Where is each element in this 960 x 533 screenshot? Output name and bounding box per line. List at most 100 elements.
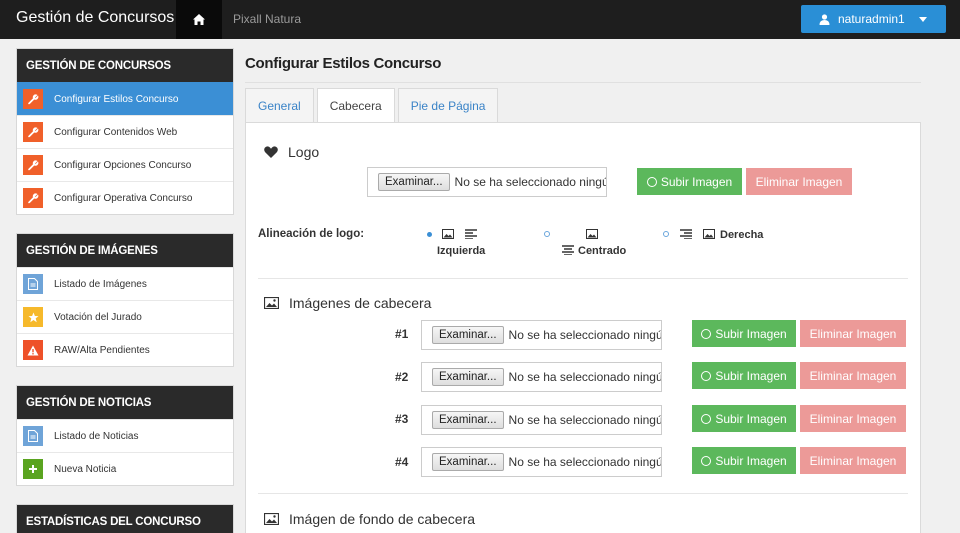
panel-title: GESTIÓN DE NOTICIAS: [17, 386, 233, 419]
align-left-icon: [465, 229, 477, 239]
no-file-text: No se ha seleccionado ningún archivo.: [454, 175, 606, 189]
user-menu-button[interactable]: naturadmin1: [801, 5, 946, 33]
picture-icon: [442, 229, 454, 239]
logo-upload-button[interactable]: Subir Imagen: [637, 168, 742, 195]
header-images-title-text: Imágenes de cabecera: [289, 295, 432, 311]
header-image-1-delete-button[interactable]: Eliminar Imagen: [800, 320, 906, 347]
divider: [258, 278, 908, 279]
sidebar-item-listado-imagenes[interactable]: Listado de Imágenes: [17, 267, 233, 300]
header-image-3-delete-button[interactable]: Eliminar Imagen: [800, 405, 906, 432]
panel-title: GESTIÓN DE IMÁGENES: [17, 234, 233, 267]
wrench-icon: [23, 122, 43, 142]
row-number: #3: [395, 412, 409, 426]
row-number: #4: [395, 455, 409, 469]
nav-link-pixall[interactable]: Pixall Natura: [233, 12, 301, 26]
sidebar-item-listado-noticias[interactable]: Listado de Noticias: [17, 419, 233, 452]
row-number: #1: [395, 327, 409, 341]
wrench-icon: [23, 89, 43, 109]
tab-cabecera[interactable]: Cabecera: [316, 88, 395, 123]
browse-button[interactable]: Examinar...: [432, 453, 504, 471]
browse-button[interactable]: Examinar...: [432, 411, 504, 429]
caret-down-icon: [918, 16, 927, 22]
no-file-text: No se ha seleccionado ningún archivo.: [508, 455, 662, 469]
logo-file-input[interactable]: Examinar... No se ha seleccionado ningún…: [367, 167, 607, 197]
sidebar-item-configurar-estilos[interactable]: Configurar Estilos Concurso: [17, 82, 233, 115]
header-image-1-file-input[interactable]: Examinar... No se ha seleccionado ningún…: [421, 320, 662, 350]
upload-circle-icon: [701, 455, 712, 466]
sidebar-item-configurar-contenidos[interactable]: Configurar Contenidos Web: [17, 115, 233, 148]
divider: [245, 82, 921, 83]
radio-left[interactable]: [427, 232, 432, 237]
sidebar-item-configurar-opciones[interactable]: Configurar Opciones Concurso: [17, 148, 233, 181]
radio-right[interactable]: [663, 231, 669, 237]
upload-label: Subir Imagen: [715, 411, 787, 426]
header-image-3-file-input[interactable]: Examinar... No se ha seleccionado ningún…: [421, 405, 662, 435]
divider: [258, 493, 908, 494]
sidebar-panel-estadisticas: ESTADÍSTICAS DEL CONCURSO: [16, 504, 234, 533]
sidebar-panel-noticias: GESTIÓN DE NOTICIAS Listado de Noticias …: [16, 385, 234, 486]
no-file-text: No se ha seleccionado ningún archivo.: [508, 413, 662, 427]
sidebar-item-label: Listado de Noticias: [54, 430, 139, 442]
header-image-4-upload-button[interactable]: Subir Imagen: [692, 447, 796, 474]
bg-image-title-text: Imágen de fondo de cabecera: [289, 511, 476, 527]
picture-icon: [703, 229, 715, 239]
tab-general[interactable]: General: [245, 88, 314, 123]
sidebar-item-label: Configurar Estilos Concurso: [54, 93, 179, 105]
home-icon: [193, 14, 205, 25]
logo-title-text: Logo: [288, 144, 320, 160]
sidebar: GESTIÓN DE CONCURSOS Configurar Estilos …: [16, 48, 234, 533]
browse-button[interactable]: Examinar...: [432, 326, 504, 344]
upload-circle-icon: [701, 370, 712, 381]
document-icon: [23, 274, 43, 294]
upload-circle-icon: [646, 176, 657, 187]
no-file-text: No se ha seleccionado ningún archivo.: [508, 328, 662, 342]
upload-label: Subir Imagen: [715, 326, 787, 341]
sidebar-item-label: Votación del Jurado: [54, 311, 142, 323]
plus-icon: [23, 459, 43, 479]
option-derecha: Derecha: [720, 229, 764, 241]
user-icon: [819, 13, 830, 25]
sidebar-item-nueva-noticia[interactable]: Nueva Noticia: [17, 452, 233, 485]
logo-section-title: Logo: [264, 144, 319, 160]
sidebar-item-votacion-jurado[interactable]: Votación del Jurado: [17, 300, 233, 333]
header-image-2-delete-button[interactable]: Eliminar Imagen: [800, 362, 906, 389]
option-centrado: Centrado: [578, 245, 627, 257]
browse-button[interactable]: Examinar...: [432, 368, 504, 386]
radio-center[interactable]: [544, 231, 550, 237]
upload-label: Subir Imagen: [715, 368, 787, 383]
header-image-1-upload-button[interactable]: Subir Imagen: [692, 320, 796, 347]
home-button[interactable]: [176, 0, 222, 39]
header-images-title: Imágenes de cabecera: [264, 295, 431, 311]
alignment-label: Alineación de logo:: [258, 228, 365, 240]
upload-circle-icon: [701, 328, 712, 339]
sidebar-item-label: Nueva Noticia: [54, 463, 117, 475]
sidebar-item-label: RAW/Alta Pendientes: [54, 344, 150, 356]
browse-button[interactable]: Examinar...: [378, 173, 450, 191]
wrench-icon: [23, 188, 43, 208]
upload-label: Subir Imagen: [660, 174, 733, 189]
sidebar-item-configurar-operativa[interactable]: Configurar Operativa Concurso: [17, 181, 233, 214]
warning-icon: [23, 340, 43, 360]
header-image-3-upload-button[interactable]: Subir Imagen: [692, 405, 796, 432]
panel-title: ESTADÍSTICAS DEL CONCURSO: [17, 505, 233, 533]
picture-icon: [264, 297, 279, 309]
header-image-2-file-input[interactable]: Examinar... No se ha seleccionado ningún…: [421, 362, 662, 392]
brand-title[interactable]: Gestión de Concursos: [16, 9, 174, 27]
wrench-icon: [23, 155, 43, 175]
logo-delete-button[interactable]: Eliminar Imagen: [746, 168, 852, 195]
username: naturadmin1: [838, 12, 905, 26]
header-image-4-file-input[interactable]: Examinar... No se ha seleccionado ningún…: [421, 447, 662, 477]
sidebar-item-label: Configurar Operativa Concurso: [54, 192, 193, 204]
option-izquierda: Izquierda: [437, 245, 486, 257]
tab-pie-de-pagina[interactable]: Pie de Página: [397, 88, 499, 123]
tab-bar: General Cabecera Pie de Página: [245, 88, 501, 123]
align-center-icon: [562, 245, 574, 255]
page-title: Configurar Estilos Concurso: [245, 55, 442, 72]
no-file-text: No se ha seleccionado ningún archivo.: [508, 370, 662, 384]
header-image-4-delete-button[interactable]: Eliminar Imagen: [800, 447, 906, 474]
upload-circle-icon: [701, 413, 712, 424]
header-image-2-upload-button[interactable]: Subir Imagen: [692, 362, 796, 389]
document-icon: [23, 426, 43, 446]
sidebar-item-raw-alta[interactable]: RAW/Alta Pendientes: [17, 333, 233, 366]
star-icon: [23, 307, 43, 327]
